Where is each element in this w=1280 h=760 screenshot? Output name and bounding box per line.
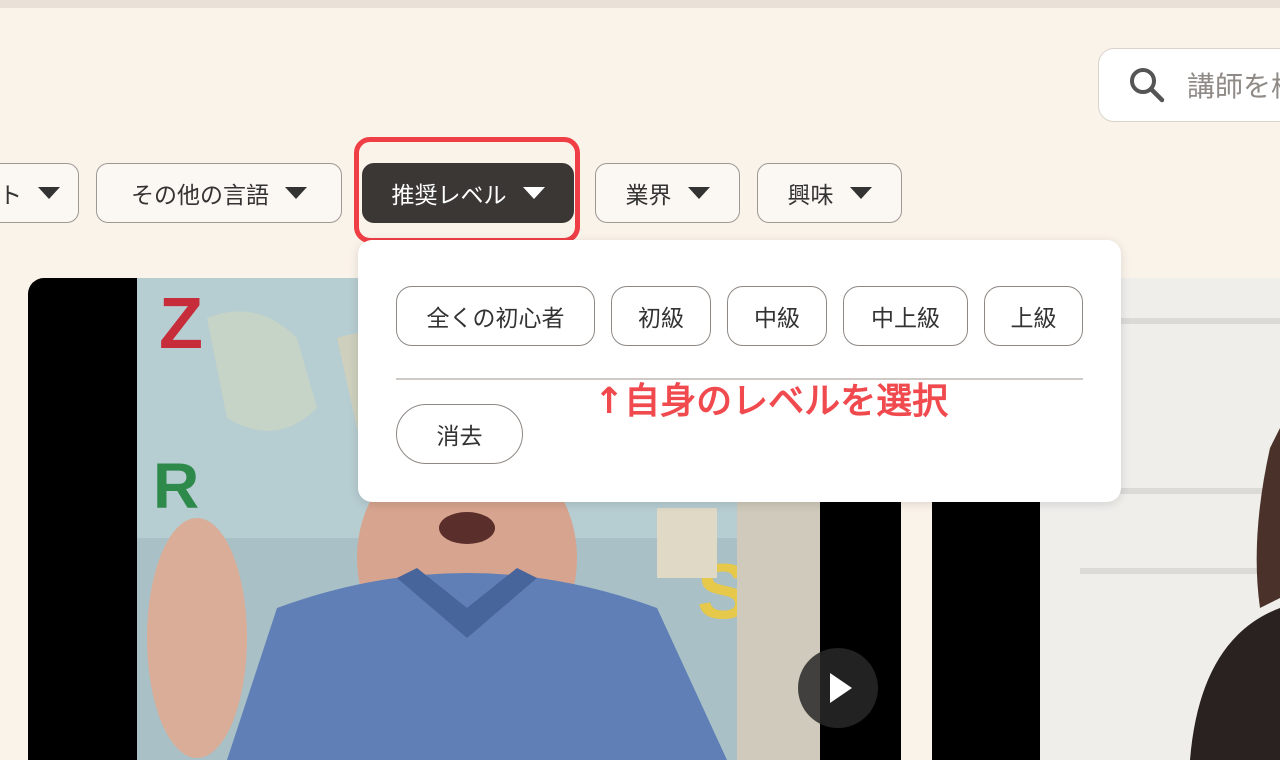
filter-interests[interactable]: 興味 bbox=[757, 163, 902, 223]
svg-text:Z: Z bbox=[159, 284, 203, 364]
filter-label: ト bbox=[0, 183, 22, 209]
search-icon bbox=[1130, 68, 1165, 103]
annotation-text: ↑自身のレベルを選択 bbox=[594, 381, 949, 422]
level-dropdown-panel: 全くの初心者 初級 中級 中上級 上級 消去 ↑自身のレベルを選択 bbox=[358, 240, 1121, 502]
level-option-beginner[interactable]: 初級 bbox=[611, 286, 711, 346]
filter-other-languages[interactable]: その他の言語 bbox=[96, 163, 342, 223]
caret-down-icon bbox=[38, 187, 60, 199]
level-option-advanced[interactable]: 上級 bbox=[984, 286, 1083, 346]
filter-industry[interactable]: 業界 bbox=[595, 163, 740, 223]
caret-down-icon bbox=[285, 187, 307, 199]
filter-label: その他の言語 bbox=[131, 183, 269, 209]
filter-label: 業界 bbox=[625, 183, 672, 209]
level-option-upper-intermediate[interactable]: 中上級 bbox=[843, 286, 968, 346]
search-placeholder: 講師を検 bbox=[1187, 70, 1280, 103]
filter-label: 興味 bbox=[787, 183, 834, 209]
teacher-search-box[interactable]: 講師を検 bbox=[1098, 48, 1280, 122]
caret-down-icon bbox=[849, 187, 872, 199]
level-option-intermediate[interactable]: 中級 bbox=[727, 286, 827, 346]
clear-button[interactable]: 消去 bbox=[396, 404, 523, 464]
filter-button-partial[interactable]: ト bbox=[0, 163, 79, 223]
caret-down-icon bbox=[687, 187, 710, 199]
play-icon bbox=[830, 673, 852, 703]
level-option-absolute-beginner[interactable]: 全くの初心者 bbox=[396, 286, 595, 346]
play-button[interactable] bbox=[798, 648, 878, 728]
top-bar bbox=[0, 0, 1280, 8]
svg-text:R: R bbox=[153, 450, 199, 522]
annotation-highlight-box bbox=[354, 137, 580, 243]
